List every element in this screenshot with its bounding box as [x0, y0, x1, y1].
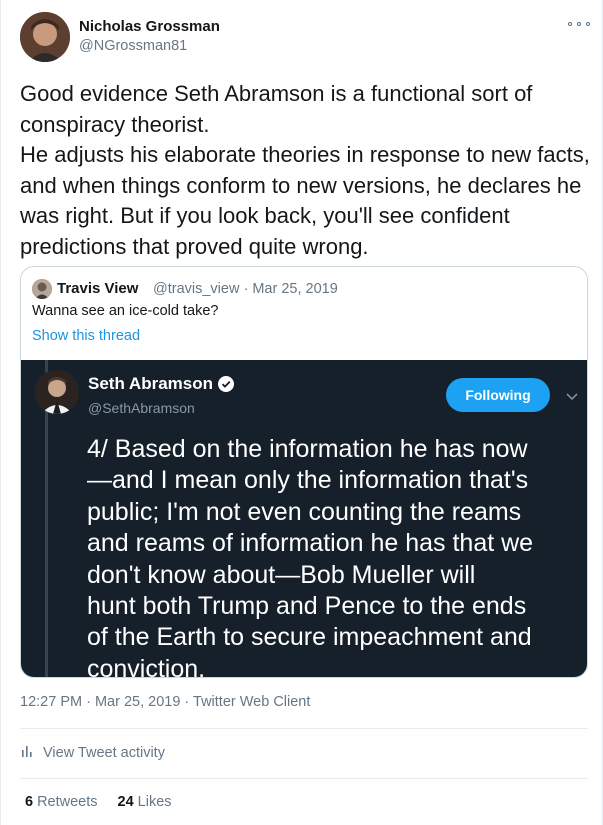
divider — [20, 728, 588, 729]
tweet-body: Good evidence Seth Abramson is a functio… — [20, 79, 590, 262]
more-icon[interactable] — [568, 18, 590, 30]
divider — [20, 778, 588, 779]
quoted-meta: @travis_view · Mar 25, 2019 — [153, 281, 338, 297]
tweet-paragraph: Good evidence Seth Abramson is a functio… — [20, 81, 533, 137]
following-button: Following — [446, 378, 550, 412]
image-text-line: of the Earth to secure impeachment and — [87, 623, 532, 652]
image-author-name-text: Seth Abramson — [88, 374, 214, 393]
image-text-line: conviction. — [87, 654, 206, 678]
quoted-display-name[interactable]: Travis View — [57, 280, 138, 297]
image-text-line: 4/ Based on the information he has now — [87, 435, 528, 463]
image-author-name: Seth Abramson — [88, 374, 235, 394]
bar-chart-icon — [20, 744, 34, 762]
image-text-line: public; I'm not even counting the reams — [87, 497, 522, 526]
image-author-avatar — [35, 370, 79, 414]
likes-stat[interactable]: 24 Likes — [118, 794, 172, 810]
retweets-label: Retweets — [37, 794, 98, 810]
retweets-stat[interactable]: 6 Retweets — [25, 794, 98, 810]
image-text-line: —and I mean only the information that's — [87, 466, 529, 495]
image-text-line: and reams of information he has that we — [87, 529, 534, 558]
quoted-author-avatar[interactable] — [32, 279, 52, 299]
chevron-down-icon — [566, 388, 578, 406]
tweet: Nicholas Grossman @NGrossman81 Good evid… — [0, 0, 603, 825]
author-handle[interactable]: @NGrossman81 — [79, 38, 187, 54]
engagement-stats: 6 Retweets 24 Likes — [25, 794, 172, 810]
image-text-line: hunt both Trump and Pence to the ends — [87, 592, 527, 621]
image-author-handle: @SethAbramson — [88, 400, 195, 416]
show-thread-link[interactable]: Show this thread — [32, 328, 140, 344]
image-tweet-text: 4/ Based on the information he has now —… — [87, 434, 583, 678]
likes-label: Likes — [137, 794, 172, 810]
tweet-timestamp[interactable]: 12:27 PM · Mar 25, 2019 · Twitter Web Cl… — [20, 694, 310, 710]
more-dot — [568, 22, 572, 26]
author-avatar[interactable] — [20, 12, 70, 62]
image-text-line: don't know about—Bob Mueller will — [87, 560, 476, 589]
verified-badge-icon — [218, 376, 235, 392]
author-display-name[interactable]: Nicholas Grossman — [79, 18, 220, 35]
likes-count: 24 — [117, 794, 134, 810]
view-activity-label: View Tweet activity — [43, 745, 165, 761]
quoted-tweet[interactable]: Travis View @travis_view · Mar 25, 2019 … — [20, 266, 588, 678]
quoted-text: Wanna see an ice-cold take? — [32, 303, 219, 319]
view-activity-link[interactable]: View Tweet activity — [20, 744, 165, 762]
more-dot — [577, 22, 581, 26]
more-dot — [586, 22, 590, 26]
retweets-count: 6 — [25, 794, 34, 810]
quoted-screenshot-image[interactable]: Seth Abramson @SethAbramson Following 4/… — [21, 360, 587, 678]
tweet-paragraph: He adjusts his elaborate theories in res… — [20, 142, 590, 259]
